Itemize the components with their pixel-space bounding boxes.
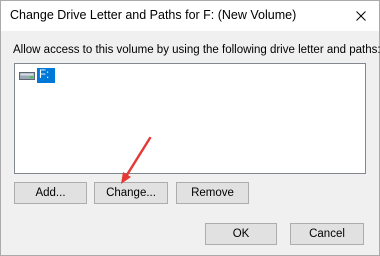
close-button[interactable] — [343, 1, 379, 31]
window-title: Change Drive Letter and Paths for F: (Ne… — [10, 8, 297, 22]
ok-button[interactable]: OK — [205, 223, 277, 245]
instruction-text: Allow access to this volume by using the… — [13, 44, 380, 56]
drive-icon — [19, 71, 35, 80]
annotation-arrow-icon — [121, 136, 152, 184]
list-item[interactable]: F: — [19, 68, 56, 83]
change-drive-letter-dialog: Change Drive Letter and Paths for F: (Ne… — [0, 0, 380, 256]
close-icon — [356, 11, 366, 21]
drive-paths-listbox[interactable]: F: — [14, 63, 366, 174]
cancel-button[interactable]: Cancel — [290, 223, 364, 245]
remove-button[interactable]: Remove — [176, 182, 249, 204]
list-item-label: F: — [37, 68, 56, 83]
title-bar: Change Drive Letter and Paths for F: (Ne… — [1, 1, 379, 31]
add-button[interactable]: Add... — [14, 182, 87, 204]
